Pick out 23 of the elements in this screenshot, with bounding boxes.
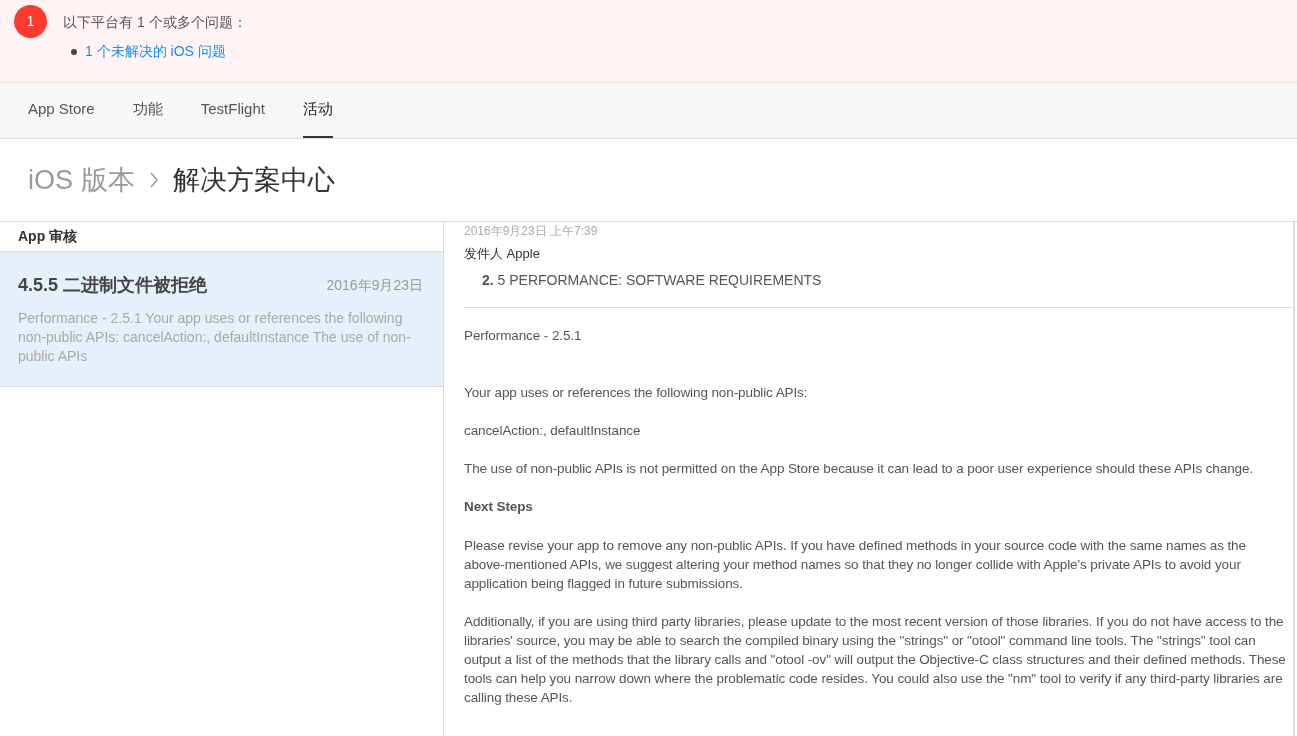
bullet-icon [71, 48, 77, 55]
nav-tab[interactable]: App Store [28, 83, 95, 138]
review-item[interactable]: 4.5.5 二进制文件被拒绝 2016年9月23日 Performance - 2.5.1 Your app uses or references the following non-public APIs: cancelAction:, defaultInstance The use of non-public APIs [0, 252, 443, 387]
nav-tab[interactable]: 功能 [132, 83, 163, 138]
message-paragraph: Performance - 2.5.1 [464, 326, 583, 345]
guideline-heading: 2. 5 PERFORMANCE: SOFTWARE REQUIREMENTS [464, 263, 1293, 308]
message-paragraph: Please revise your app to remove any non-public APIs. If you have defined methods in your source code with the same names as the above-mentioned APIs, we suggest altering your method names so that they no longer collide with Apple's private APIs to avoid your application being flagged in future submissions. [464, 536, 1247, 593]
alert-message: 以下平台有 1 个或多个问题： [63, 13, 247, 32]
message-sender: 发件人 Apple [464, 245, 541, 263]
message-paragraph: Your app uses or references the following non-public APIs: [464, 383, 809, 402]
section-heading: Next Steps [464, 497, 534, 516]
issue-count-badge: 1 [14, 5, 47, 38]
page-title: 解决方案中心 [172, 163, 335, 197]
chevron-right-icon [148, 171, 159, 189]
message-paragraph: The use of non-public APIs is not permitted on the App Store because it can lead to a poor user experience should these APIs change. [464, 459, 1255, 478]
item-summary: Performance - 2.5.1 Your app uses or references the following non-public APIs: cancelAction:, defaultInstance The use of non-public APIs [18, 309, 412, 366]
message-timestamp: 2016年9月23日 上午7:39 [464, 223, 599, 240]
item-title: 4.5.5 二进制文件被拒绝 [18, 274, 208, 297]
nav-tab[interactable]: TestFlight [200, 83, 265, 138]
message-paragraph: cancelAction:, defaultInstance [464, 421, 642, 440]
item-date: 2016年9月23日 [326, 276, 423, 295]
message-paragraph: Additionally, if you are using third party libraries, please update to the most recent version of those libraries. If you do not have access to the libraries' source, you may be able to search the compiled binary using the "strings" or "otool" command line tools. The "strings" tool can output a list of the methods that the library calls and "otool -ov" will output the Objective-C class structures and their defined methods. These tools can help you narrow down where the problematic code resides. You could also use the "nm" tool to verify if any third-party libraries are calling these APIs. [464, 612, 1287, 707]
nav-tab[interactable]: 活动 [302, 83, 333, 138]
